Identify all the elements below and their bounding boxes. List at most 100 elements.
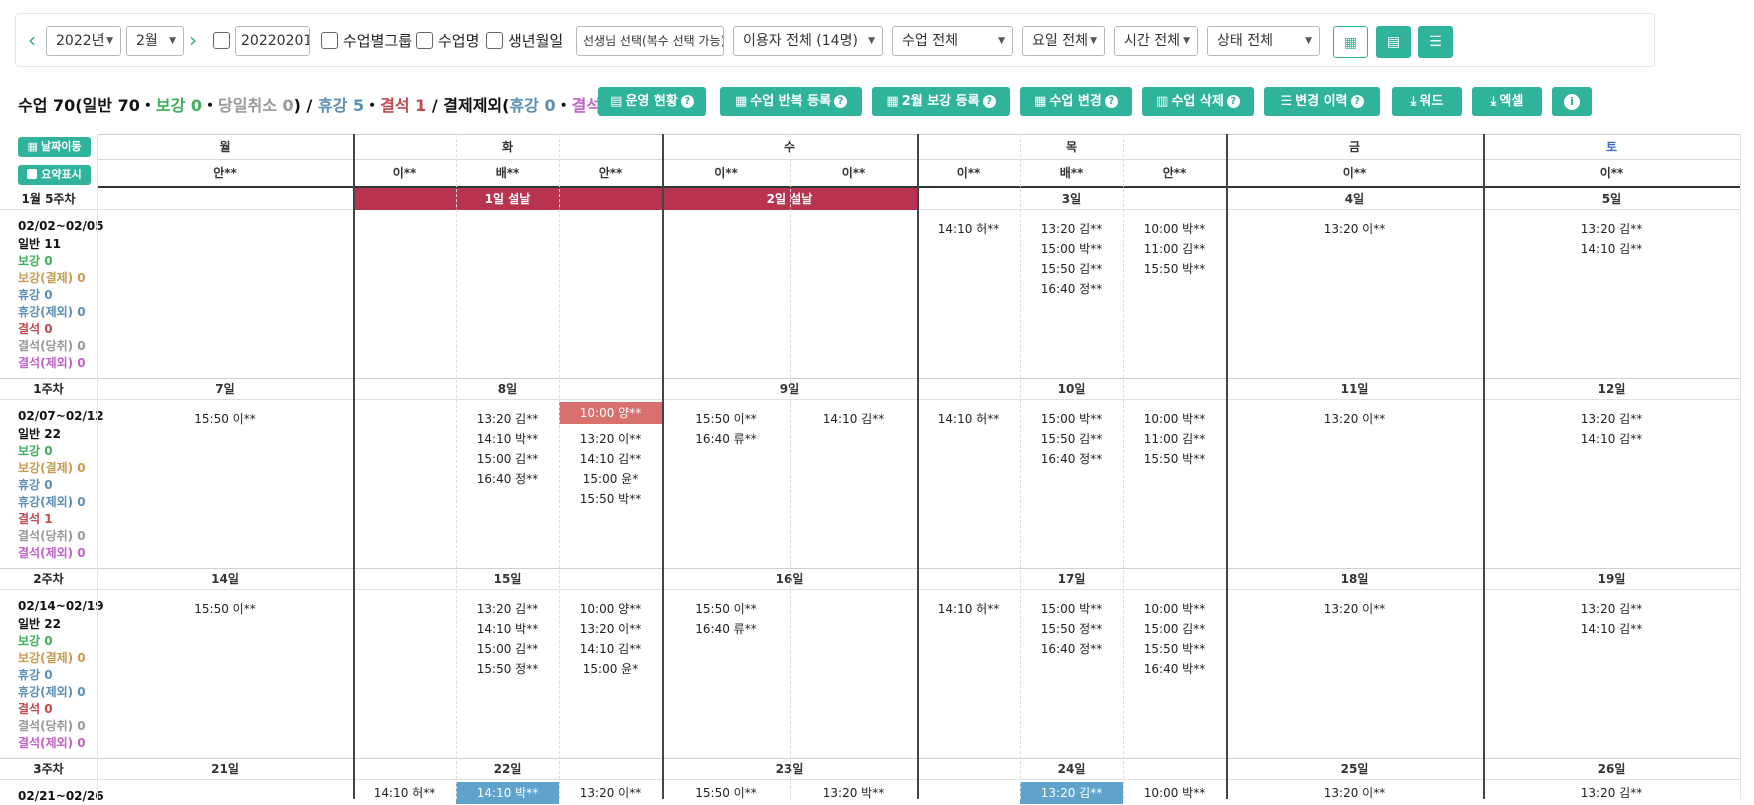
list-view-button[interactable]: ☰ xyxy=(1418,26,1453,58)
week-stat: 결석(당취) 0 xyxy=(18,339,86,353)
teacher-select[interactable]: 선생님 선택(복수 선택 가능) xyxy=(576,26,724,56)
class-event[interactable]: 15:00 김** xyxy=(456,450,559,468)
class-event[interactable]: 13:20 김** xyxy=(456,600,559,618)
action-button-6[interactable]: ⤓ 워드 xyxy=(1392,87,1462,116)
day-select[interactable]: 요일 전체 ▼ xyxy=(1022,26,1105,56)
date-input[interactable]: 20220201 xyxy=(235,26,310,56)
class-event[interactable]: 15:00 박** xyxy=(1020,410,1123,428)
class-event[interactable]: 13:20 이** xyxy=(1226,600,1483,618)
month-select[interactable]: 2월 ▼ xyxy=(126,26,184,56)
action-button-5[interactable]: ☰ 변경 이력? xyxy=(1264,87,1380,116)
chevron-right-icon[interactable]: › xyxy=(189,29,197,51)
class-event[interactable]: 14:10 김** xyxy=(1483,430,1740,448)
chevron-left-icon[interactable]: ‹ xyxy=(28,29,36,51)
class-event[interactable]: 14:10 김** xyxy=(1483,620,1740,638)
user-select[interactable]: 이용자 전체 (14명) ▼ xyxy=(733,26,883,56)
year-select[interactable]: 2022년 ▼ xyxy=(46,26,121,56)
class-event[interactable]: 16:40 정** xyxy=(1020,640,1123,658)
class-event[interactable]: 10:00 양** xyxy=(559,600,662,618)
calendar-view-button[interactable]: ▦ xyxy=(1333,26,1368,58)
class-event[interactable]: 14:10 허** xyxy=(917,220,1020,238)
action-button-4[interactable]: ▥ 수업 삭제? xyxy=(1142,87,1254,116)
class-event[interactable]: 13:20 김** xyxy=(456,410,559,428)
class-event[interactable]: 15:00 김** xyxy=(456,640,559,658)
action-button-7[interactable]: ⤓ 엑셀 xyxy=(1472,87,1542,116)
class-event[interactable]: 13:20 김** xyxy=(1020,782,1123,804)
birthdate-checkbox[interactable] xyxy=(486,32,503,49)
action-button-1[interactable]: ▦ 수업 반복 등록? xyxy=(720,87,862,116)
class-name-checkbox[interactable] xyxy=(416,32,433,49)
class-event[interactable]: 13:20 김** xyxy=(1483,220,1740,238)
action-button-0[interactable]: ▤ 운영 현황? xyxy=(598,87,706,116)
caret-down-icon: ▼ xyxy=(998,36,1005,46)
class-event[interactable]: 13:20 이** xyxy=(1226,410,1483,428)
class-event[interactable]: 13:20 이** xyxy=(1226,220,1483,238)
week-strip xyxy=(0,378,1740,400)
class-event[interactable]: 14:10 김** xyxy=(1483,240,1740,258)
class-event[interactable]: 15:00 박** xyxy=(1020,240,1123,258)
class-event[interactable]: 10:00 박** xyxy=(1123,600,1226,618)
class-event[interactable]: 15:50 박** xyxy=(1123,260,1226,278)
class-event[interactable]: 15:50 정** xyxy=(456,660,559,678)
class-event[interactable]: 15:50 이** xyxy=(662,410,790,428)
date-move-button[interactable]: ▦ 날짜이동 xyxy=(18,137,91,157)
class-event[interactable]: 16:40 정** xyxy=(456,470,559,488)
class-event[interactable]: 15:50 박** xyxy=(1123,640,1226,658)
class-event[interactable]: 15:50 이** xyxy=(97,410,353,428)
action-button-2[interactable]: ▦ 2월 보강 등록? xyxy=(872,87,1010,116)
class-event[interactable]: 16:40 박** xyxy=(1123,660,1226,678)
week-strip xyxy=(0,188,1740,210)
class-event[interactable]: 14:10 박** xyxy=(456,620,559,638)
class-event[interactable]: 13:20 김** xyxy=(1483,782,1740,804)
col-divider xyxy=(1123,134,1124,799)
class-event[interactable]: 16:40 류** xyxy=(662,620,790,638)
class-event[interactable]: 15:50 박** xyxy=(559,490,662,508)
class-event[interactable]: 15:50 정** xyxy=(1020,620,1123,638)
class-event[interactable]: 14:10 김** xyxy=(559,450,662,468)
action-button-3[interactable]: ▦ 수업 변경? xyxy=(1020,87,1132,116)
class-event[interactable]: 13:20 김** xyxy=(1020,220,1123,238)
class-event[interactable]: 16:40 류** xyxy=(662,430,790,448)
class-event[interactable]: 13:20 이** xyxy=(1226,782,1483,804)
class-event[interactable]: 15:00 윤* xyxy=(559,470,662,488)
class-event[interactable]: 13:20 이** xyxy=(559,430,662,448)
class-event[interactable]: 10:00 박** xyxy=(1123,782,1226,804)
class-event[interactable]: 11:00 김** xyxy=(1123,430,1226,448)
class-event[interactable]: 13:20 김** xyxy=(1483,410,1740,428)
class-event[interactable]: 14:10 허** xyxy=(353,782,456,804)
class-event[interactable]: 14:10 박** xyxy=(456,430,559,448)
week-view-button[interactable]: ▤ xyxy=(1376,26,1411,58)
class-event[interactable]: 16:40 정** xyxy=(1020,450,1123,468)
class-event[interactable]: 15:50 김** xyxy=(1020,430,1123,448)
class-event[interactable]: 15:00 윤* xyxy=(559,660,662,678)
class-event[interactable]: 14:10 김** xyxy=(559,640,662,658)
class-event[interactable]: 15:00 박** xyxy=(1020,600,1123,618)
class-event[interactable]: 14:10 허** xyxy=(917,600,1020,618)
class-event[interactable]: 14:10 허** xyxy=(917,410,1020,428)
time-select[interactable]: 시간 전체 ▼ xyxy=(1114,26,1198,56)
class-event[interactable]: 15:50 박** xyxy=(1123,450,1226,468)
class-event[interactable]: 13:20 이** xyxy=(559,782,662,804)
date-checkbox[interactable] xyxy=(213,32,230,49)
class-select[interactable]: 수업 전체 ▼ xyxy=(892,26,1013,56)
status-select[interactable]: 상태 전체 ▼ xyxy=(1207,26,1320,56)
class-event[interactable]: 13:20 이** xyxy=(559,620,662,638)
class-group-checkbox[interactable] xyxy=(321,32,338,49)
class-event[interactable]: 15:50 이** xyxy=(662,600,790,618)
class-event[interactable]: 14:10 김** xyxy=(790,410,917,428)
class-event[interactable]: 10:00 박** xyxy=(1123,410,1226,428)
class-event[interactable]: 15:50 이** xyxy=(662,782,790,804)
class-event[interactable]: 16:40 정** xyxy=(1020,280,1123,298)
class-event[interactable]: 14:10 박** xyxy=(456,782,559,804)
action-button-8[interactable]: i xyxy=(1552,87,1592,116)
class-event[interactable]: 15:50 김** xyxy=(1020,260,1123,278)
class-event[interactable]: 15:50 이** xyxy=(97,600,353,618)
class-event[interactable]: 13:20 김** xyxy=(1483,600,1740,618)
class-event[interactable]: 13:20 박** xyxy=(790,782,917,804)
class-event[interactable]: 11:00 김** xyxy=(1123,240,1226,258)
class-event[interactable]: 15:00 김** xyxy=(1123,620,1226,638)
summary-view-button[interactable]: 요약표시 xyxy=(18,165,91,185)
week-label: 1주차 xyxy=(33,382,64,396)
class-event[interactable]: 10:00 박** xyxy=(1123,220,1226,238)
class-event[interactable]: 10:00 양** xyxy=(559,402,662,424)
